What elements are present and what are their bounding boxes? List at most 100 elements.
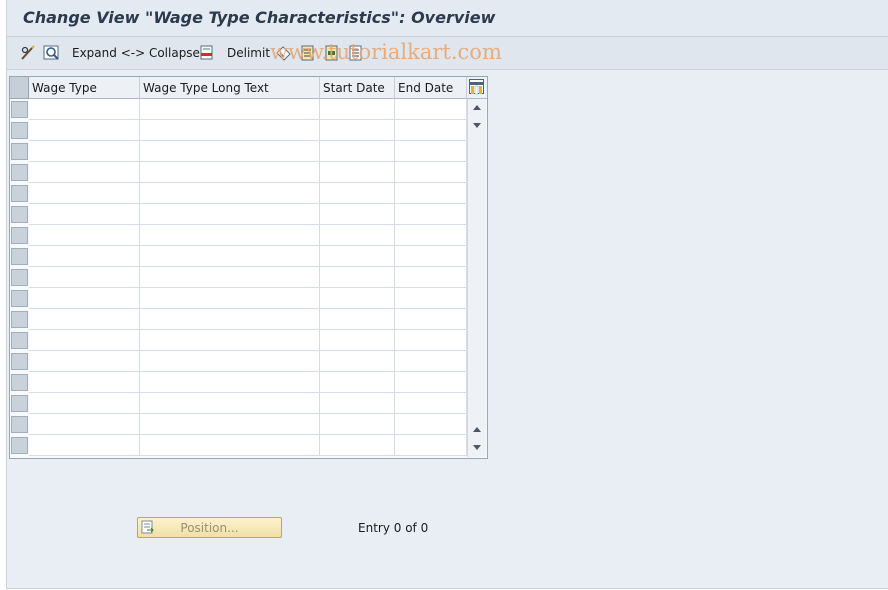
table-cell[interactable] — [29, 162, 140, 183]
table-cell[interactable] — [395, 393, 467, 414]
table-cell[interactable] — [140, 183, 320, 204]
table-cell[interactable] — [140, 225, 320, 246]
table-cell[interactable] — [320, 99, 395, 120]
table-cell[interactable] — [395, 372, 467, 393]
table-cell[interactable] — [395, 141, 467, 162]
display-change-button[interactable] — [19, 43, 37, 63]
row-selector[interactable] — [11, 311, 28, 328]
row-selector[interactable] — [11, 353, 28, 370]
row-selector[interactable] — [11, 143, 28, 160]
column-config-button[interactable] — [469, 79, 484, 95]
table-cell[interactable] — [320, 414, 395, 435]
table-cell[interactable] — [320, 204, 395, 225]
find-button[interactable] — [43, 43, 61, 63]
table-cell[interactable] — [395, 204, 467, 225]
table-cell[interactable] — [395, 414, 467, 435]
vertical-scrollbar[interactable] — [467, 99, 486, 457]
select-all-rows-header[interactable] — [10, 77, 29, 99]
table-cell[interactable] — [140, 141, 320, 162]
table-cell[interactable] — [395, 99, 467, 120]
where-used-button[interactable] — [275, 43, 293, 63]
table-cell[interactable] — [29, 141, 140, 162]
delimit-icon-button[interactable] — [198, 43, 216, 63]
table-cell[interactable] — [320, 141, 395, 162]
scroll-down-icon[interactable] — [473, 123, 481, 128]
table-cell[interactable] — [29, 183, 140, 204]
row-selector[interactable] — [11, 185, 28, 202]
table-cell[interactable] — [140, 372, 320, 393]
table-cell[interactable] — [29, 393, 140, 414]
select-block-button[interactable] — [323, 43, 341, 63]
table-cell[interactable] — [140, 246, 320, 267]
table-cell[interactable] — [29, 120, 140, 141]
table-cell[interactable] — [320, 288, 395, 309]
table-cell[interactable] — [29, 414, 140, 435]
row-selector[interactable] — [11, 227, 28, 244]
table-cell[interactable] — [320, 393, 395, 414]
column-header-start-date[interactable]: Start Date — [320, 77, 395, 99]
column-header-end-date[interactable]: End Date — [395, 77, 467, 99]
select-all-button[interactable] — [299, 43, 317, 63]
table-cell[interactable] — [395, 162, 467, 183]
table-cell[interactable] — [320, 309, 395, 330]
row-selector[interactable] — [11, 332, 28, 349]
row-selector[interactable] — [11, 101, 28, 118]
table-cell[interactable] — [395, 288, 467, 309]
table-cell[interactable] — [320, 162, 395, 183]
table-cell[interactable] — [140, 99, 320, 120]
table-cell[interactable] — [140, 435, 320, 456]
row-selector[interactable] — [11, 206, 28, 223]
row-selector[interactable] — [11, 122, 28, 139]
table-cell[interactable] — [29, 288, 140, 309]
table-cell[interactable] — [140, 351, 320, 372]
table-cell[interactable] — [29, 225, 140, 246]
table-cell[interactable] — [140, 309, 320, 330]
table-cell[interactable] — [29, 351, 140, 372]
table-cell[interactable] — [395, 351, 467, 372]
scroll-up-icon[interactable] — [473, 105, 481, 110]
delimit-button[interactable]: Delimit — [227, 43, 270, 63]
table-cell[interactable] — [320, 330, 395, 351]
row-selector[interactable] — [11, 248, 28, 265]
table-cell[interactable] — [29, 246, 140, 267]
table-cell[interactable] — [29, 204, 140, 225]
table-cell[interactable] — [29, 330, 140, 351]
table-cell[interactable] — [320, 372, 395, 393]
row-selector[interactable] — [11, 290, 28, 307]
table-cell[interactable] — [140, 288, 320, 309]
table-cell[interactable] — [29, 267, 140, 288]
deselect-all-button[interactable] — [347, 43, 365, 63]
table-cell[interactable] — [320, 183, 395, 204]
table-cell[interactable] — [29, 372, 140, 393]
expand-collapse-button[interactable]: Expand <-> Collapse — [72, 43, 200, 63]
table-cell[interactable] — [395, 330, 467, 351]
row-selector[interactable] — [11, 437, 28, 454]
table-cell[interactable] — [395, 309, 467, 330]
table-cell[interactable] — [395, 435, 467, 456]
table-cell[interactable] — [140, 330, 320, 351]
column-header-wage-type[interactable]: Wage Type — [29, 77, 140, 99]
table-cell[interactable] — [395, 246, 467, 267]
table-cell[interactable] — [395, 267, 467, 288]
scroll-page-down-icon[interactable] — [473, 445, 481, 450]
table-cell[interactable] — [320, 246, 395, 267]
table-cell[interactable] — [29, 309, 140, 330]
row-selector[interactable] — [11, 395, 28, 412]
table-cell[interactable] — [29, 435, 140, 456]
table-cell[interactable] — [140, 267, 320, 288]
row-selector[interactable] — [11, 164, 28, 181]
table-cell[interactable] — [320, 351, 395, 372]
table-cell[interactable] — [395, 120, 467, 141]
table-cell[interactable] — [140, 393, 320, 414]
table-cell[interactable] — [395, 183, 467, 204]
row-selector[interactable] — [11, 269, 28, 286]
table-cell[interactable] — [140, 414, 320, 435]
table-cell[interactable] — [140, 120, 320, 141]
table-cell[interactable] — [320, 267, 395, 288]
table-cell[interactable] — [29, 99, 140, 120]
column-header-wage-type-long-text[interactable]: Wage Type Long Text — [140, 77, 320, 99]
table-cell[interactable] — [140, 204, 320, 225]
table-cell[interactable] — [140, 162, 320, 183]
row-selector[interactable] — [11, 374, 28, 391]
table-cell[interactable] — [320, 120, 395, 141]
